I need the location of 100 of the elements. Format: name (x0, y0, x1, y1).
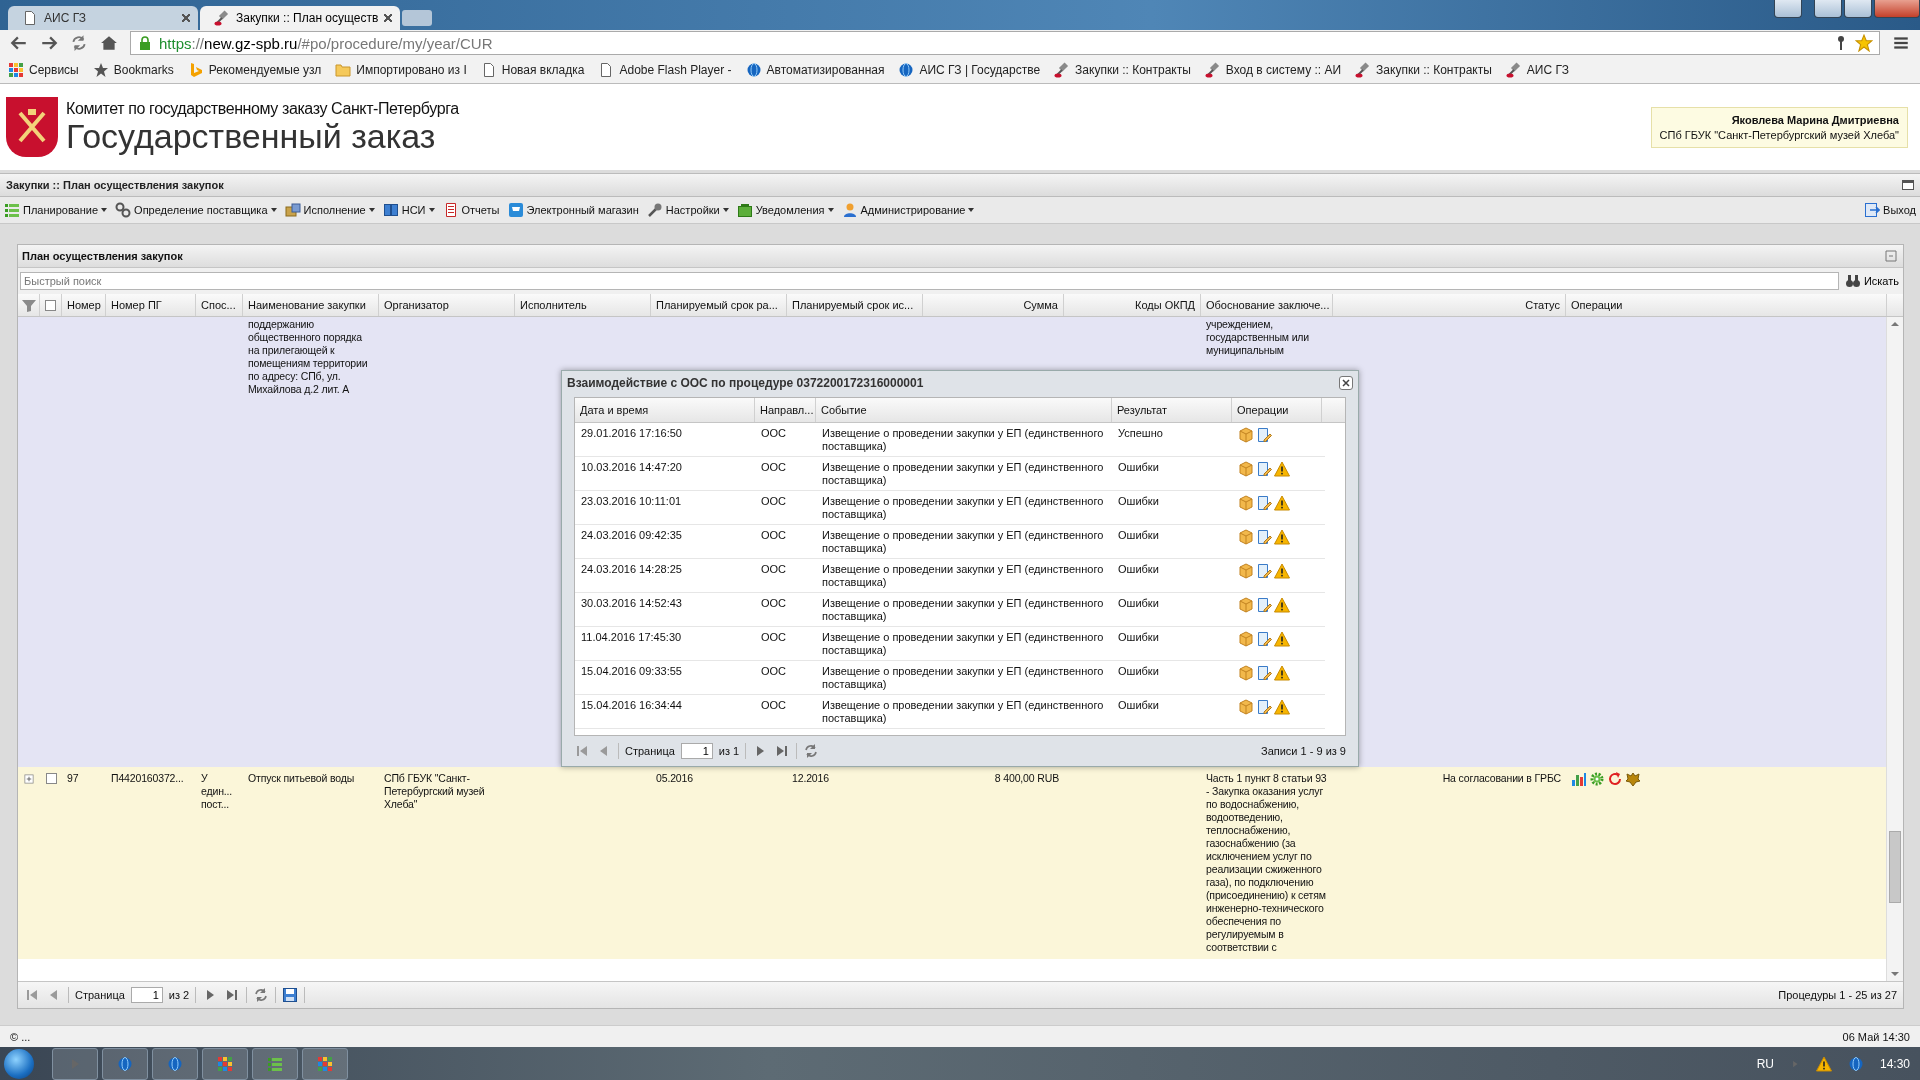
package-icon[interactable] (1238, 529, 1254, 545)
bookmark[interactable]: Сервисы (8, 61, 79, 78)
document-pen-icon[interactable] (1256, 563, 1272, 579)
column-header[interactable]: Результат (1112, 398, 1232, 422)
taskbar-app[interactable] (252, 1047, 298, 1080)
close-button[interactable] (1874, 0, 1920, 18)
start-button[interactable] (4, 1048, 34, 1079)
document-pen-icon[interactable] (1256, 631, 1272, 647)
close-button[interactable] (1339, 376, 1353, 390)
warning-icon[interactable] (1274, 597, 1290, 613)
bar-chart-icon[interactable] (1571, 771, 1587, 787)
column-header[interactable]: Направл... (755, 398, 816, 422)
collapse-icon[interactable] (1900, 177, 1916, 193)
menu-item[interactable]: Определение поставщика (115, 202, 277, 218)
column-header[interactable]: Исполнитель (515, 294, 651, 316)
gear-icon[interactable] (1589, 771, 1605, 787)
forward-icon[interactable] (40, 34, 58, 52)
taskbar-app[interactable] (102, 1047, 148, 1080)
bookmark[interactable]: Рекомендуемые узл (187, 61, 322, 78)
document-pen-icon[interactable] (1256, 427, 1272, 443)
refresh-icon[interactable] (1607, 771, 1623, 787)
emblem-icon[interactable] (1625, 771, 1641, 787)
document-pen-icon[interactable] (1256, 495, 1272, 511)
bookmark[interactable]: Bookmarks (92, 61, 174, 78)
package-icon[interactable] (1238, 427, 1254, 443)
column-header[interactable]: Планируемый срок ис... (787, 294, 923, 316)
reload-button[interactable] (803, 743, 820, 759)
page-number-field[interactable]: 1 (130, 987, 163, 1003)
star-icon[interactable] (1855, 34, 1873, 52)
column-header[interactable]: Организатор (379, 294, 515, 316)
language-indicator[interactable]: RU (1756, 1056, 1774, 1071)
search-field[interactable]: Быстрый поиск (20, 272, 1839, 290)
new-tab-button[interactable] (402, 10, 433, 26)
package-icon[interactable] (1238, 461, 1254, 477)
bookmark[interactable]: АИС ГЗ | Государстве (898, 61, 1041, 78)
select-all-checkbox[interactable] (45, 299, 56, 311)
menu-item[interactable]: НСИ (382, 202, 435, 218)
reload-button[interactable] (253, 987, 270, 1003)
maximize-button[interactable] (1844, 0, 1872, 18)
document-pen-icon[interactable] (1256, 529, 1272, 545)
menu-item[interactable]: Электронный магазин (507, 202, 639, 218)
column-header[interactable]: Коды ОКПД (1064, 294, 1201, 316)
warning-icon[interactable] (1815, 1055, 1832, 1072)
first-page-button[interactable] (574, 743, 590, 759)
expand-icon[interactable] (23, 773, 35, 785)
column-header[interactable]: Дата и время (575, 398, 755, 422)
browser-tab[interactable]: АИС ГЗ (8, 6, 198, 30)
globe-icon[interactable] (1847, 1055, 1864, 1072)
save-button[interactable] (282, 987, 299, 1003)
bookmark[interactable]: Вход в систему :: АИ (1204, 61, 1342, 78)
column-header[interactable]: Наименование закупки (243, 294, 379, 316)
clock[interactable]: 14:30 (1879, 1056, 1910, 1071)
taskbar-app[interactable] (202, 1047, 248, 1080)
bookmark[interactable]: Adobe Flash Player - (598, 61, 732, 78)
document-pen-icon[interactable] (1256, 597, 1272, 613)
document-pen-icon[interactable] (1256, 665, 1272, 681)
first-page-button[interactable] (24, 987, 40, 1003)
warning-icon[interactable] (1274, 631, 1290, 647)
document-pen-icon[interactable] (1256, 461, 1272, 477)
warning-icon[interactable] (1274, 495, 1290, 511)
home-icon[interactable] (100, 34, 118, 52)
menu-item[interactable]: Администрирование (841, 202, 975, 218)
page-number-field[interactable]: 1 (680, 743, 713, 759)
column-header[interactable]: Спос... (196, 294, 243, 316)
warning-icon[interactable] (1274, 461, 1290, 477)
menu-item[interactable]: Настройки (646, 202, 729, 218)
column-header[interactable]: Номер ПГ (106, 294, 196, 316)
search-button[interactable]: Искать (1842, 273, 1901, 289)
row-checkbox[interactable] (45, 773, 57, 784)
column-header[interactable]: Операции (1232, 398, 1322, 422)
package-icon[interactable] (1238, 563, 1254, 579)
column-header[interactable]: Обоснование заключе... (1201, 294, 1333, 316)
package-icon[interactable] (1238, 597, 1254, 613)
taskbar-app[interactable] (52, 1047, 98, 1080)
warning-icon[interactable] (1274, 699, 1290, 715)
menu-item[interactable]: Уведомления (736, 202, 834, 218)
menu-item[interactable]: Отчеты (442, 202, 500, 218)
column-header[interactable]: Статус (1333, 294, 1566, 316)
filter-icon[interactable] (20, 297, 37, 313)
bookmark[interactable]: АИС ГЗ (1505, 61, 1569, 78)
warning-icon[interactable] (1274, 563, 1290, 579)
menu-icon[interactable] (1892, 34, 1910, 52)
column-header[interactable]: Сумма (923, 294, 1064, 316)
address-bar[interactable]: https://new.gz-spb.ru/#po/procedure/my/year/CUR (130, 31, 1880, 55)
bookmark[interactable]: Закупки :: Контракты (1054, 61, 1191, 78)
column-header[interactable]: Планируемый срок ра... (651, 294, 787, 316)
document-pen-icon[interactable] (1256, 699, 1272, 715)
column-header[interactable]: Событие (816, 398, 1112, 422)
logout-button[interactable]: Выход (1864, 202, 1916, 218)
bookmark[interactable]: Автоматизированная (745, 61, 885, 78)
bookmark[interactable]: Закупки :: Контракты (1355, 61, 1492, 78)
reload-icon[interactable] (70, 34, 88, 52)
warning-icon[interactable] (1274, 665, 1290, 681)
column-header[interactable]: Операции (1566, 294, 1887, 316)
browser-tab[interactable]: Закупки :: План осуществ (200, 6, 401, 30)
profile-button[interactable] (1774, 0, 1802, 18)
menu-item[interactable]: Исполнение (284, 202, 375, 218)
warning-icon[interactable] (1274, 529, 1290, 545)
taskbar-app[interactable] (302, 1047, 348, 1080)
scrollbar[interactable] (1886, 317, 1903, 981)
